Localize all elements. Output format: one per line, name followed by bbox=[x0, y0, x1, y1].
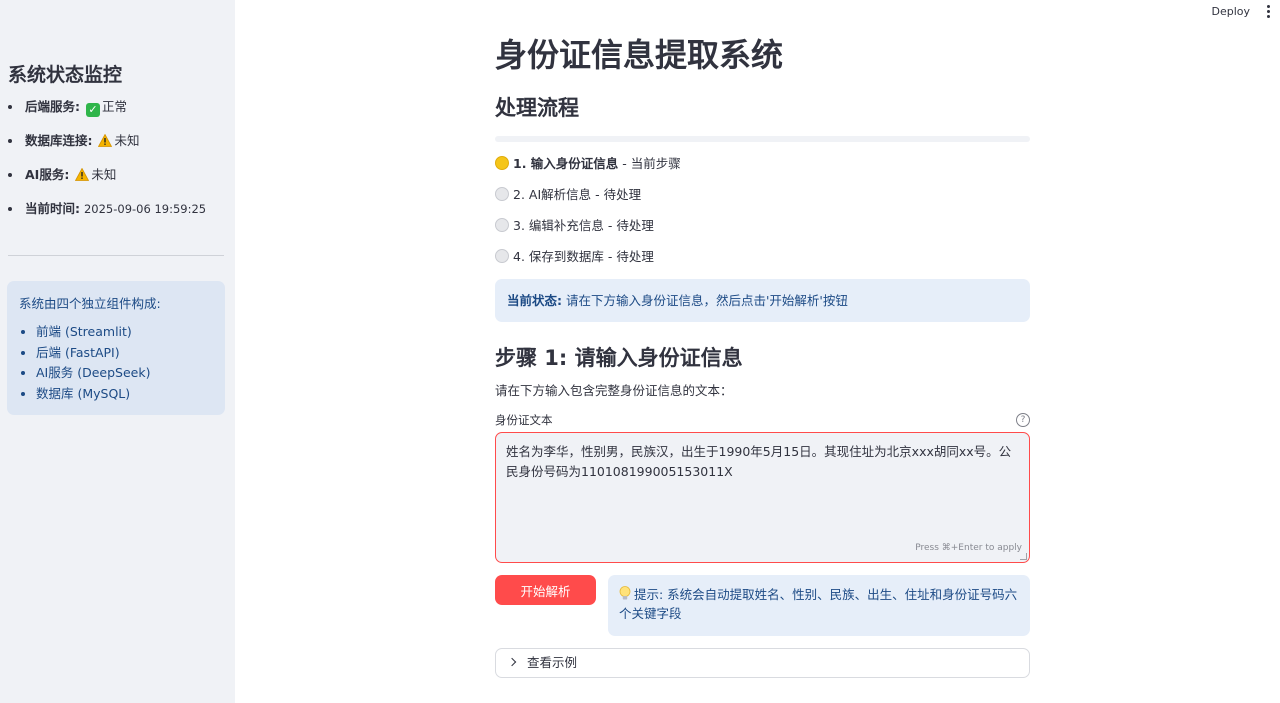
current-status-key: 当前状态: bbox=[507, 293, 562, 308]
instruction-text: 请在下方输入包含完整身份证信息的文本： bbox=[495, 383, 733, 398]
status-value: 未知 bbox=[91, 167, 117, 182]
status-item-backend: 后端服务: ✓ 正常 bbox=[8, 97, 206, 131]
step-label: 4. 保存到数据库 bbox=[513, 249, 604, 264]
white-circle-icon bbox=[495, 218, 509, 232]
examples-expander[interactable]: 查看示例 bbox=[495, 648, 1030, 678]
status-key: 后端服务: bbox=[25, 99, 80, 114]
sidebar-title: 系统状态监控 bbox=[8, 64, 123, 86]
warning-icon bbox=[98, 134, 113, 147]
status-value: 正常 bbox=[101, 99, 127, 114]
help-icon[interactable]: ? bbox=[1016, 413, 1030, 427]
id-text-label: 身份证文本 bbox=[495, 413, 553, 427]
sidebar-divider bbox=[8, 255, 224, 256]
deploy-button[interactable]: Deploy bbox=[1211, 4, 1250, 20]
component-item: 后端 (FastAPI) bbox=[36, 343, 213, 364]
expander-label: 查看示例 bbox=[527, 655, 578, 670]
section-title: 处理流程 bbox=[495, 96, 579, 120]
status-value: 未知 bbox=[114, 133, 140, 148]
step-item: 1. 输入身份证信息 - 当前步骤 bbox=[495, 154, 681, 185]
step-item: 4. 保存到数据库 - 待处理 bbox=[495, 247, 681, 278]
sidebar-info-box: 系统由四个独立组件构成: 前端 (Streamlit) 后端 (FastAPI)… bbox=[7, 281, 225, 415]
step-status: - 待处理 bbox=[595, 187, 642, 202]
white-circle-icon bbox=[495, 187, 509, 201]
check-icon: ✓ bbox=[85, 103, 100, 117]
component-item: AI服务 (DeepSeek) bbox=[36, 363, 213, 384]
press-hint: Press ⌘+Enter to apply bbox=[915, 543, 1022, 553]
sidebar: 系统状态监控 后端服务: ✓ 正常 数据库连接: 未知 AI服务: 未知 当前时间… bbox=[0, 0, 235, 703]
step-list: 1. 输入身份证信息 - 当前步骤 2. AI解析信息 - 待处理 3. 编辑补… bbox=[495, 154, 681, 278]
component-item: 数据库 (MySQL) bbox=[36, 384, 213, 405]
component-item: 前端 (Streamlit) bbox=[36, 322, 213, 343]
start-parse-button[interactable]: 开始解析 bbox=[495, 575, 596, 605]
step-status: - 待处理 bbox=[607, 218, 654, 233]
page-title: 身份证信息提取系统 bbox=[495, 36, 784, 74]
current-status-text: 请在下方输入身份证信息，然后点击'开始解析'按钮 bbox=[565, 293, 848, 308]
warning-icon bbox=[75, 168, 90, 181]
step-item: 2. AI解析信息 - 待处理 bbox=[495, 185, 681, 216]
step-label: 2. AI解析信息 bbox=[513, 187, 592, 202]
step-status: - 当前步骤 bbox=[622, 156, 681, 171]
id-text-value: 姓名为李华，性别男，民族汉，出生于1990年5月15日。其现住址为北京xxx胡同… bbox=[506, 444, 1012, 479]
status-key: 当前时间: bbox=[25, 201, 80, 216]
lightbulb-icon bbox=[619, 586, 631, 600]
status-key: 数据库连接: bbox=[25, 133, 93, 148]
component-list: 前端 (Streamlit) 后端 (FastAPI) AI服务 (DeepSe… bbox=[19, 322, 213, 404]
status-item-time: 当前时间: 2025-09-06 19:59:25 bbox=[8, 199, 206, 233]
status-key: AI服务: bbox=[25, 167, 70, 182]
step1-title: 步骤 1: 请输入身份证信息 bbox=[495, 346, 743, 370]
step-item: 3. 编辑补充信息 - 待处理 bbox=[495, 216, 681, 247]
resize-handle[interactable] bbox=[1020, 553, 1027, 560]
info-text: 系统由四个独立组件构成: bbox=[19, 296, 161, 311]
yellow-circle-icon bbox=[495, 156, 509, 170]
status-value: 2025-09-06 19:59:25 bbox=[83, 202, 207, 216]
status-list: 后端服务: ✓ 正常 数据库连接: 未知 AI服务: 未知 当前时间: 2025-… bbox=[8, 97, 206, 233]
progress-bar bbox=[495, 136, 1030, 142]
id-text-input[interactable]: 姓名为李华，性别男，民族汉，出生于1990年5月15日。其现住址为北京xxx胡同… bbox=[495, 432, 1030, 563]
chevron-right-icon bbox=[507, 657, 517, 667]
app-root: 系统状态监控 后端服务: ✓ 正常 数据库连接: 未知 AI服务: 未知 当前时间… bbox=[0, 0, 1280, 703]
white-circle-icon bbox=[495, 249, 509, 263]
status-item-database: 数据库连接: 未知 bbox=[8, 131, 206, 165]
step-label: 1. 输入身份证信息 bbox=[513, 156, 619, 171]
tip-box: 提示: 系统会自动提取姓名、性别、民族、出生、住址和身份证号码六个关键字段 bbox=[608, 575, 1030, 636]
status-item-ai: AI服务: 未知 bbox=[8, 165, 206, 199]
vertical-dots-icon[interactable] bbox=[1263, 5, 1273, 19]
step-status: - 待处理 bbox=[607, 249, 654, 264]
tip-text: 提示: 系统会自动提取姓名、性别、民族、出生、住址和身份证号码六个关键字段 bbox=[619, 587, 1018, 621]
step-label: 3. 编辑补充信息 bbox=[513, 218, 604, 233]
current-status-box: 当前状态: 请在下方输入身份证信息，然后点击'开始解析'按钮 bbox=[495, 279, 1030, 322]
